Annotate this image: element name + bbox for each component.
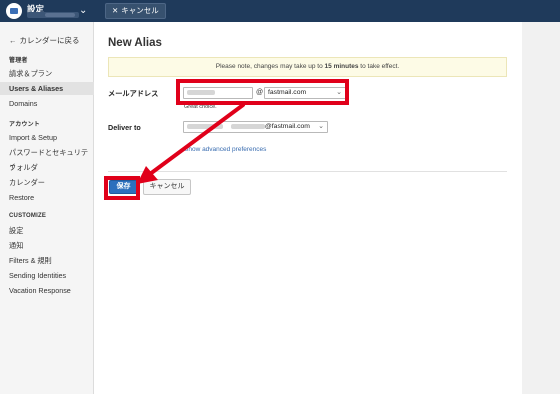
notice-text-bold: 15 minutes — [324, 63, 359, 70]
chevron-down-icon: ⌄ — [318, 123, 324, 130]
sidebar-item-password-security[interactable]: パスワードとセキュリティ — [0, 146, 94, 170]
section-admin: 管理者 — [9, 58, 28, 64]
new-alias-panel: New Alias Please note, changes may take … — [94, 22, 522, 394]
cancel-button[interactable]: キャンセル — [143, 179, 191, 195]
account-name-redacted — [27, 12, 79, 18]
sidebar-item-domains[interactable]: Domains — [0, 97, 94, 110]
form-divider — [108, 171, 507, 172]
sidebar-item-folders[interactable]: フォルダ — [0, 161, 94, 174]
arrow-left-icon: ← — [9, 36, 17, 45]
back-to-calendar-link[interactable]: ← カレンダーに戻る — [9, 35, 80, 46]
deliver-to-select[interactable]: @fastmail.com ⌄ — [183, 121, 328, 133]
deliver-to-label: Deliver to — [108, 123, 141, 132]
close-icon: ✕ — [112, 6, 119, 15]
sidebar-item-sending-identities[interactable]: Sending Identities — [0, 269, 94, 282]
notice-text-post: to take effect. — [358, 63, 400, 70]
sidebar-item-notifications[interactable]: 通知 — [0, 239, 94, 252]
sidebar-item-calendar[interactable]: カレンダー — [0, 176, 94, 189]
top-bar: 設定 ⌄ ✕ キャンセル — [0, 0, 560, 22]
section-account: アカウント — [9, 122, 41, 128]
top-cancel-label: キャンセル — [121, 6, 159, 15]
recipient-user-redacted — [230, 123, 265, 129]
highlight-email-fields — [176, 79, 349, 105]
section-customize: CUSTOMIZE — [9, 213, 47, 219]
sidebar-item-settings[interactable]: 設定 — [0, 224, 94, 237]
page-title: New Alias — [108, 37, 162, 49]
settings-sidebar: ← カレンダーに戻る 管理者 請求＆プラン Users & Aliases Dom… — [0, 22, 94, 394]
notice-text-pre: Please note, changes may take up to — [215, 63, 325, 70]
right-margin — [522, 22, 560, 394]
deliver-domain: @fastmail.com — [264, 123, 310, 130]
sidebar-item-import-setup[interactable]: Import & Setup — [0, 131, 94, 144]
mail-logo-icon[interactable] — [6, 3, 22, 19]
notice-banner: Please note, changes may take up to 15 m… — [108, 57, 507, 77]
recipient-name-redacted — [187, 123, 223, 129]
chevron-down-icon[interactable]: ⌄ — [79, 5, 87, 16]
highlight-save-button — [104, 176, 140, 200]
sidebar-item-billing[interactable]: 請求＆プラン — [0, 67, 94, 80]
sidebar-item-filters-rules[interactable]: Filters & 規則 — [0, 254, 94, 267]
back-label: カレンダーに戻る — [19, 36, 80, 45]
email-address-label: メールアドレス — [108, 89, 159, 98]
sidebar-item-vacation-response[interactable]: Vacation Response — [0, 284, 94, 297]
sidebar-item-restore[interactable]: Restore — [0, 191, 94, 204]
top-cancel-button[interactable]: ✕ キャンセル — [105, 3, 166, 19]
sidebar-item-users-aliases[interactable]: Users & Aliases — [0, 82, 94, 95]
show-advanced-preferences-link[interactable]: Show advanced preferences — [184, 146, 266, 153]
